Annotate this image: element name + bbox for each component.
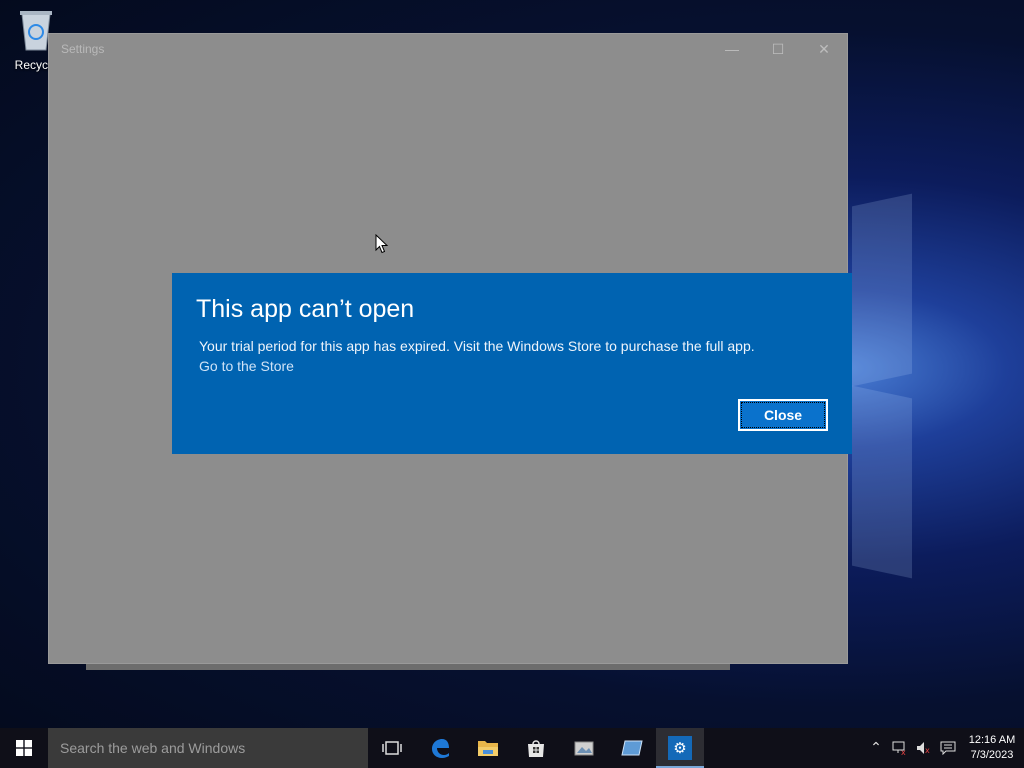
pictures-icon: [574, 741, 594, 756]
wallpaper-beam: [852, 385, 912, 579]
mouse-cursor-icon: [375, 233, 389, 258]
close-window-button[interactable]: ✕: [801, 34, 847, 64]
file-explorer-icon: [478, 741, 498, 756]
dialog-title: This app can’t open: [196, 295, 415, 323]
clock-date: 7/3/2023: [970, 749, 1014, 761]
store-icon: [528, 740, 544, 757]
window-shadow: [86, 664, 730, 670]
settings-taskbar-button[interactable]: ⚙: [656, 728, 704, 768]
file-explorer-button[interactable]: [464, 728, 512, 768]
taskbar: Search the web and Windows ⚙ ⌃ x x 12:16…: [0, 728, 1024, 768]
pictures-button[interactable]: [560, 728, 608, 768]
svg-text:x: x: [925, 746, 930, 755]
minimize-button[interactable]: —: [709, 34, 755, 64]
edge-icon: [432, 739, 449, 758]
window-title: Settings: [61, 42, 105, 56]
app-icon: [621, 740, 643, 756]
windows-logo-icon: [16, 740, 32, 756]
window-titlebar[interactable]: Settings — ☐ ✕: [49, 34, 847, 64]
search-box[interactable]: Search the web and Windows: [48, 728, 368, 768]
store-button[interactable]: [512, 728, 560, 768]
app-error-dialog: This app can’t open Your trial period fo…: [172, 273, 852, 454]
task-view-icon: [382, 741, 402, 755]
volume-muted-icon[interactable]: x: [912, 728, 936, 768]
app-button[interactable]: [608, 728, 656, 768]
network-icon[interactable]: x: [888, 728, 912, 768]
svg-text:x: x: [901, 748, 906, 755]
wallpaper-beam: [852, 193, 912, 387]
action-center-icon[interactable]: [936, 728, 960, 768]
start-button[interactable]: [0, 728, 48, 768]
edge-button[interactable]: [416, 728, 464, 768]
maximize-button[interactable]: ☐: [755, 34, 801, 64]
clock[interactable]: 12:16 AM 7/3/2023: [960, 733, 1024, 763]
show-hidden-icons-button[interactable]: ⌃: [864, 728, 888, 768]
settings-icon: ⚙: [668, 736, 692, 760]
go-to-store-link[interactable]: Go to the Store: [199, 358, 294, 374]
system-tray: ⌃ x x 12:16 AM 7/3/2023: [864, 728, 1024, 768]
task-view-button[interactable]: [368, 728, 416, 768]
dialog-message: Your trial period for this app has expir…: [199, 338, 755, 354]
close-button[interactable]: Close: [738, 399, 828, 431]
clock-time: 12:16 AM: [968, 734, 1016, 746]
